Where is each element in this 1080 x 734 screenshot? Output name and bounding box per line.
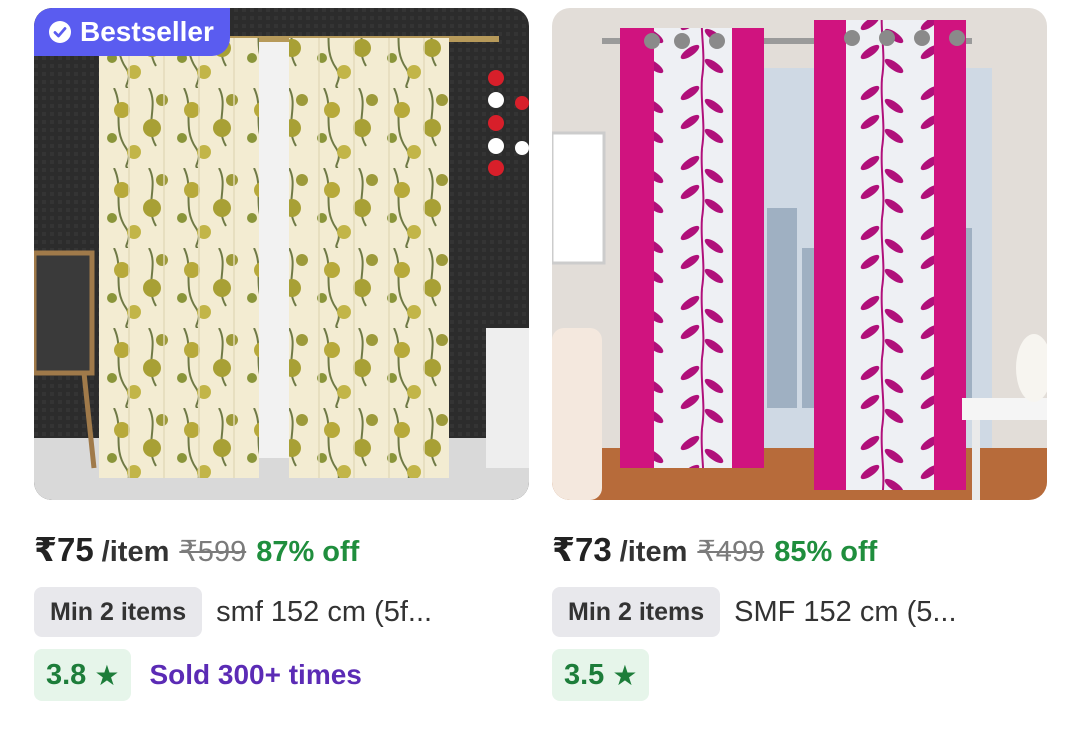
rating-chip: 3.5 ★ — [552, 649, 650, 701]
product-card-1[interactable]: Bestseller ₹75 /item ₹599 87% off Min 2 … — [34, 8, 529, 701]
rating-chip: 3.8 ★ — [34, 649, 132, 701]
price: ₹75 — [34, 531, 94, 568]
product-title[interactable]: SMF 152 cm (5... — [734, 596, 956, 629]
discount-label: 85% off — [774, 536, 878, 568]
price-unit: /item — [619, 536, 688, 568]
product-image-2[interactable] — [552, 8, 1047, 500]
rating-value: 3.5 — [564, 658, 605, 691]
price-row: ₹73 /item ₹499 85% off — [552, 530, 1047, 569]
product-image-1[interactable]: Bestseller — [34, 8, 529, 500]
star-icon: ★ — [612, 659, 638, 691]
floral-curtain-image — [34, 8, 529, 500]
star-icon: ★ — [94, 659, 120, 691]
rating-row: 3.8 ★ Sold 300+ times — [34, 649, 529, 701]
min-qty-chip: Min 2 items — [34, 587, 203, 637]
price: ₹73 — [552, 531, 612, 568]
rating-row: 3.5 ★ — [552, 649, 1047, 701]
info-row: Min 2 items smf 152 cm (5f... — [34, 587, 529, 637]
magenta-leaf-curtain-image — [552, 8, 1047, 500]
verified-check-icon — [49, 21, 71, 43]
rating-value: 3.8 — [46, 658, 87, 691]
sold-count: Sold 300+ times — [149, 659, 362, 690]
product-title[interactable]: smf 152 cm (5f... — [216, 596, 432, 629]
original-price: ₹499 — [697, 536, 765, 568]
discount-label: 87% off — [256, 536, 360, 568]
price-row: ₹75 /item ₹599 87% off — [34, 530, 529, 569]
info-row: Min 2 items SMF 152 cm (5... — [552, 587, 1047, 637]
price-unit: /item — [101, 536, 170, 568]
badge-label: Bestseller — [80, 16, 214, 47]
min-qty-chip: Min 2 items — [552, 587, 721, 637]
original-price: ₹599 — [179, 536, 247, 568]
product-card-2[interactable]: ₹73 /item ₹499 85% off Min 2 items SMF 1… — [552, 8, 1047, 701]
bestseller-badge: Bestseller — [34, 8, 230, 56]
